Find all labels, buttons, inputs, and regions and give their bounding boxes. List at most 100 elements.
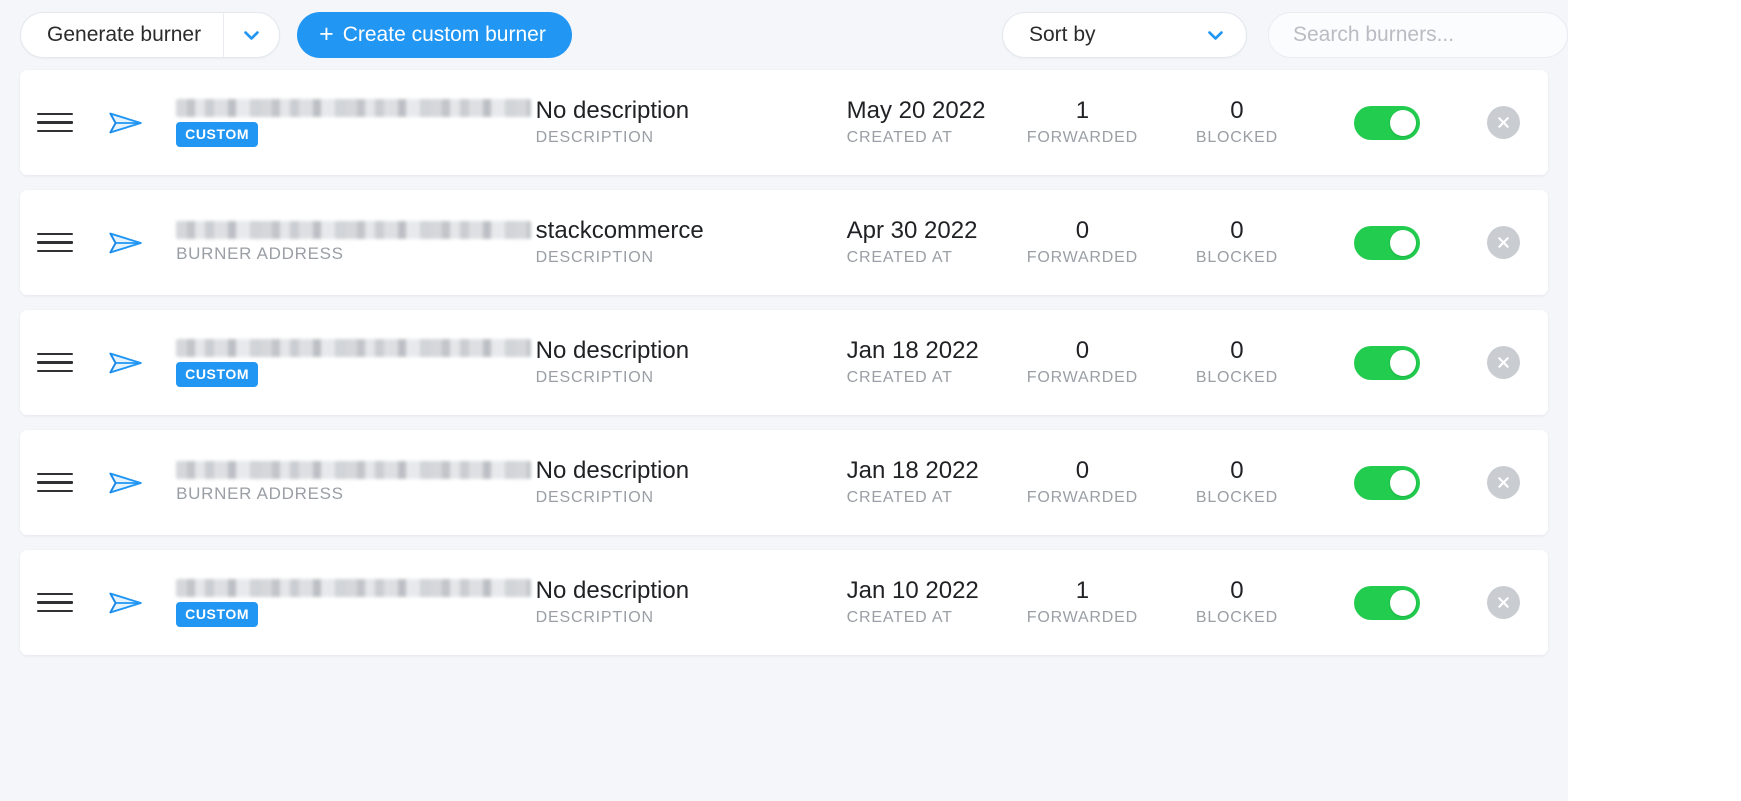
- enable-toggle[interactable]: [1353, 465, 1420, 500]
- burner-plane[interactable]: [91, 582, 159, 624]
- delete-burner-button[interactable]: [1487, 346, 1521, 379]
- forwarded-label: FORWARDED: [1026, 128, 1138, 146]
- paper-plane-icon: [109, 472, 143, 493]
- generate-burner-button[interactable]: Generate burner: [21, 13, 223, 57]
- blocked-value: 0: [1230, 576, 1244, 604]
- close-icon: [1498, 357, 1509, 368]
- description-cell: stackcommerce DESCRIPTION: [531, 218, 821, 267]
- description-cell: No description DESCRIPTION: [531, 576, 821, 627]
- forwarded-cell: 0 FORWARDED: [1005, 456, 1160, 507]
- forwarded-cell: 0 FORWARDED: [1005, 218, 1160, 267]
- table-row[interactable]: CUSTOM No description DESCRIPTION May 20…: [20, 70, 1548, 175]
- toggle-knob: [1389, 589, 1416, 616]
- drag-handle-icon: [37, 347, 74, 379]
- blocked-value: 0: [1230, 96, 1244, 124]
- burner-address-cell: CUSTOM: [158, 338, 531, 387]
- description-value: No description: [535, 456, 690, 484]
- description-label: DESCRIPTION: [535, 368, 654, 386]
- created-at-value: Jan 10 2022: [846, 576, 979, 604]
- toggle-knob: [1389, 229, 1416, 256]
- close-icon: [1498, 597, 1509, 608]
- delete-burner-button[interactable]: [1487, 106, 1521, 139]
- blocked-value: 0: [1230, 456, 1244, 484]
- blocked-cell: 0 BLOCKED: [1160, 216, 1315, 267]
- blocked-cell: 0 BLOCKED: [1160, 338, 1315, 387]
- burner-plane[interactable]: [91, 222, 159, 264]
- create-custom-burner-button[interactable]: + Create custom burner: [297, 12, 572, 58]
- forwarded-value: 1: [1075, 96, 1090, 124]
- drag-handle[interactable]: [20, 587, 91, 619]
- burner-plane[interactable]: [91, 462, 159, 504]
- delete-cell: [1459, 586, 1548, 619]
- table-row[interactable]: BURNER ADDRESS No description DESCRIPTIO…: [20, 430, 1548, 535]
- created-at-label: CREATED AT: [846, 368, 953, 386]
- table-row[interactable]: CUSTOM No description DESCRIPTION Jan 18…: [20, 310, 1548, 415]
- burner-address-cell: CUSTOM: [158, 578, 531, 627]
- toggle-knob: [1389, 109, 1416, 136]
- table-row[interactable]: BURNER ADDRESS stackcommerce DESCRIPTION…: [20, 190, 1548, 295]
- enable-toggle[interactable]: [1353, 585, 1420, 620]
- delete-burner-button[interactable]: [1487, 466, 1521, 499]
- drag-handle[interactable]: [20, 467, 91, 499]
- sort-by-dropdown[interactable]: Sort by: [1002, 12, 1247, 58]
- generate-burner-dropdown-toggle[interactable]: [223, 13, 279, 57]
- enable-toggle[interactable]: [1353, 105, 1420, 140]
- forwarded-cell: 1 FORWARDED: [1005, 96, 1160, 147]
- enable-toggle[interactable]: [1353, 345, 1420, 380]
- drag-handle[interactable]: [20, 227, 91, 259]
- delete-burner-button[interactable]: [1487, 226, 1521, 259]
- forwarded-label: FORWARDED: [1026, 488, 1138, 506]
- blocked-value: 0: [1230, 216, 1244, 244]
- enable-toggle-cell: [1314, 345, 1459, 380]
- created-at-label: CREATED AT: [846, 248, 953, 266]
- delete-cell: [1459, 226, 1548, 259]
- toggle-knob: [1389, 469, 1416, 496]
- description-value: No description: [535, 96, 690, 124]
- custom-badge: CUSTOM: [176, 601, 259, 627]
- enable-toggle-cell: [1314, 225, 1459, 260]
- description-value: No description: [535, 576, 690, 604]
- forwarded-cell: 0 FORWARDED: [1005, 338, 1160, 387]
- enable-toggle[interactable]: [1353, 225, 1420, 260]
- burner-plane[interactable]: [91, 102, 159, 144]
- custom-badge: CUSTOM: [176, 361, 259, 387]
- forwarded-label: FORWARDED: [1026, 368, 1138, 386]
- create-custom-burner-label: Create custom burner: [342, 23, 546, 46]
- close-icon: [1498, 117, 1509, 128]
- table-row[interactable]: CUSTOM No description DESCRIPTION Jan 10…: [20, 550, 1548, 655]
- burner-address-cell: BURNER ADDRESS: [158, 461, 531, 504]
- delete-cell: [1459, 466, 1548, 499]
- paper-plane-icon: [109, 112, 143, 133]
- blocked-cell: 0 BLOCKED: [1160, 576, 1315, 627]
- forwarded-value: 0: [1075, 456, 1090, 484]
- description-value: No description: [535, 336, 690, 364]
- burner-plane[interactable]: [91, 342, 159, 384]
- forwarded-value: 1: [1075, 576, 1090, 604]
- toolbar: Generate burner + Create custom burner S…: [0, 0, 1568, 70]
- toggle-knob: [1389, 349, 1416, 376]
- drag-handle-icon: [37, 467, 74, 499]
- blocked-label: BLOCKED: [1195, 608, 1278, 626]
- delete-cell: [1459, 106, 1548, 139]
- paper-plane-icon: [109, 352, 143, 373]
- search-icon[interactable]: [1566, 23, 1568, 47]
- description-cell: No description DESCRIPTION: [531, 336, 821, 387]
- description-cell: No description DESCRIPTION: [531, 96, 821, 147]
- search-input[interactable]: [1291, 22, 1566, 48]
- forwarded-label: FORWARDED: [1026, 608, 1138, 626]
- search-burners-field[interactable]: [1268, 12, 1568, 58]
- drag-handle-icon: [37, 587, 74, 619]
- close-icon: [1498, 237, 1509, 248]
- burners-list: CUSTOM No description DESCRIPTION May 20…: [0, 70, 1568, 655]
- drag-handle[interactable]: [20, 107, 91, 139]
- description-label: DESCRIPTION: [535, 608, 654, 626]
- delete-burner-button[interactable]: [1487, 586, 1521, 619]
- created-at-cell: Apr 30 2022 CREATED AT: [821, 218, 1005, 267]
- drag-handle[interactable]: [20, 347, 91, 379]
- created-at-value: Jan 18 2022: [846, 456, 979, 484]
- chevron-down-icon: [244, 30, 259, 40]
- description-label: DESCRIPTION: [535, 248, 654, 266]
- plus-icon: +: [319, 19, 334, 48]
- created-at-label: CREATED AT: [846, 608, 953, 626]
- burner-address-label: BURNER ADDRESS: [176, 484, 344, 503]
